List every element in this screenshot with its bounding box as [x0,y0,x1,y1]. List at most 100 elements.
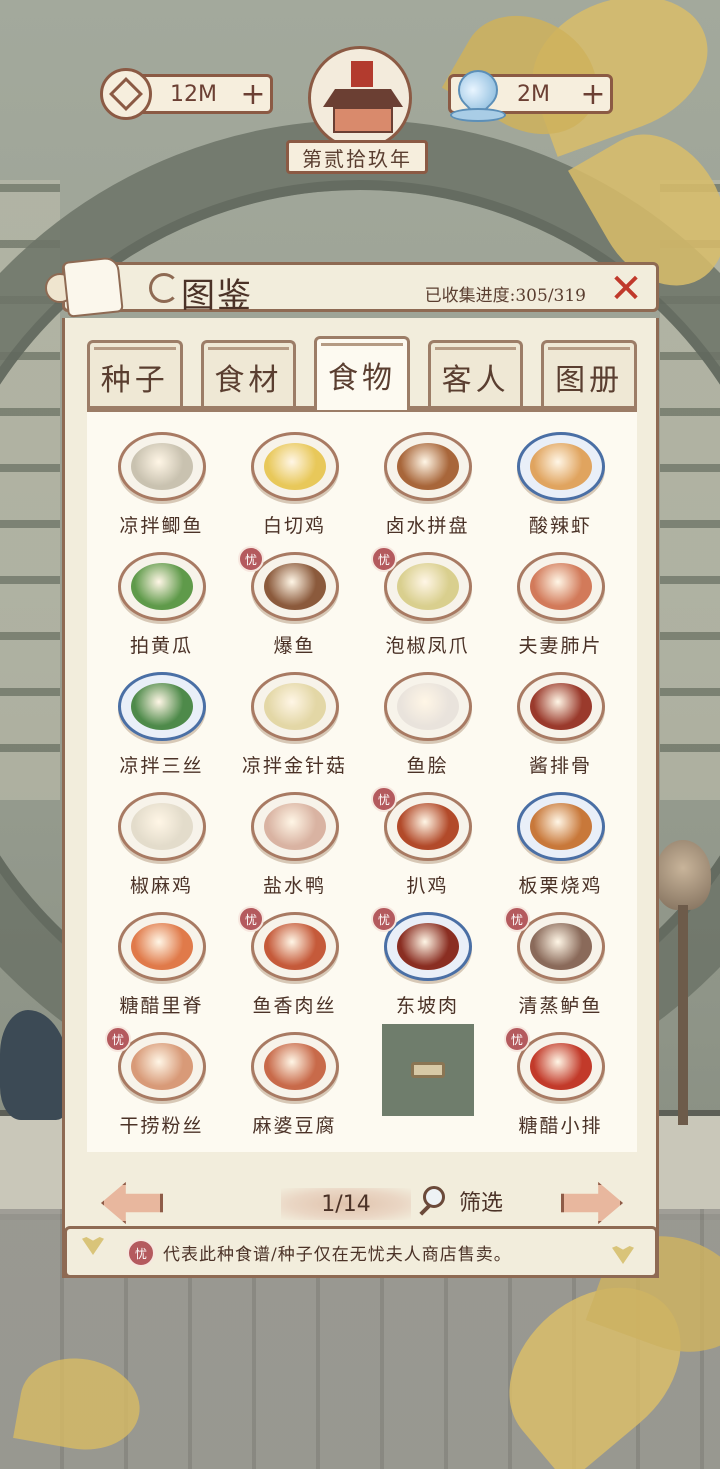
arrow-right-icon [561,1182,623,1224]
dish-card[interactable]: 夫妻肺片 [494,552,627,658]
legend-text: 代表此种食谱/种子仅在无忧夫人商店售卖。 [163,1244,512,1265]
dish-plate-icon [250,792,339,861]
dish-bowl-icon [117,672,206,741]
dish-card[interactable]: 忧干捞粉丝 [95,1026,228,1138]
dish-plate-icon [250,552,339,621]
tab-seeds[interactable]: 种子 [87,340,183,410]
dish-card[interactable]: 糖醋里脊 [95,912,228,1018]
dish-bowl-icon [383,912,472,981]
dish-plate-icon [516,552,605,621]
tab-guests[interactable]: 客人 [427,340,524,410]
filter-label: 筛选 [459,1191,504,1216]
dish-card[interactable]: 拍黄瓜 [95,552,228,658]
dish-card[interactable]: 酸辣虾 [494,432,627,538]
dish-name: 夫妻肺片 [518,635,603,657]
year-emblem[interactable] [300,46,420,150]
tab-ingredients[interactable]: 食材 [200,340,297,410]
shop-only-badge-icon: 忧 [238,546,264,572]
previous-page-button[interactable] [101,1182,163,1224]
dish-plate-icon [250,672,339,741]
dish-card[interactable]: 凉拌三丝 [95,672,228,778]
dish-card[interactable]: 白切鸡 [228,432,361,538]
shop-only-badge-icon: 忧 [371,546,397,572]
dish-card[interactable]: 忧泡椒凤爪 [361,546,494,658]
shop-only-badge-icon: 忧 [504,906,530,932]
dish-card[interactable]: 盐水鸭 [228,792,361,898]
dish-card[interactable]: 忧鱼香肉丝 [228,906,361,1018]
dish-name: 凉拌三丝 [119,755,204,777]
dish-plate-icon [516,1032,605,1101]
scroll-icon [45,256,125,319]
filter-button[interactable]: 筛选 [419,1184,503,1218]
dish-card[interactable]: 忧爆鱼 [228,546,361,658]
dish-name: 盐水鸭 [262,875,326,897]
dish-name: 糖醋小排 [518,1115,603,1137]
add-gems-button[interactable]: + [576,77,610,112]
tab-food[interactable]: 食物 [314,336,410,410]
dish-name: 凉拌金针菇 [241,755,347,777]
panel-title: 图鉴 [181,276,253,316]
dish-name: 东坡肉 [395,995,459,1017]
dish-plate-icon [383,432,472,501]
dish-card[interactable]: 麻婆豆腐 [228,1032,361,1138]
arrow-left-icon [101,1182,163,1224]
shop-only-badge-icon: 忧 [371,906,397,932]
dish-name: 干捞粉丝 [119,1115,204,1137]
dish-bowl-icon [516,432,605,501]
dish-card[interactable]: 板栗烧鸡 [494,792,627,898]
dish-card[interactable]: 椒麻鸡 [95,792,228,898]
panel-body: 种子 食材 食物 客人 图册 凉拌鲫鱼 白切鸡 卤水拼盘 酸辣虾 拍黄瓜忧爆鱼忧泡椒凤爪… [62,318,659,1278]
dish-plate-icon [250,1032,339,1101]
add-coins-button[interactable]: + [236,77,270,112]
panel-header: 图鉴 已收集进度:305/319 ✕ [45,256,659,318]
dish-card[interactable]: 凉拌金针菇 [228,672,361,778]
dish-card[interactable]: 忧东坡肉 [361,906,494,1018]
dish-name: 卤水拼盘 [385,515,470,537]
dish-card[interactable]: 忧糖醋小排 [494,1026,627,1138]
shop-legend-note: 忧 代表此种食谱/种子仅在无忧夫人商店售卖。 [64,1226,658,1278]
coin-icon [100,68,152,120]
shop-only-badge-icon: 忧 [371,786,397,812]
dish-name: 扒鸡 [406,875,449,897]
dish-name: 糖醋里脊 [119,995,204,1017]
dish-plate-icon [117,1032,206,1101]
dish-name: 板栗烧鸡 [518,875,603,897]
dish-name: 酸辣虾 [528,515,592,537]
shop-only-badge-icon: 忧 [105,1026,131,1052]
tab-album[interactable]: 图册 [541,340,637,410]
dish-plate-icon [383,552,472,621]
water-drop-icon [449,60,507,126]
dish-plate-icon [117,912,206,981]
dish-plate-icon [117,552,206,621]
dish-name: 鱼脍 [406,755,449,777]
shop-badge-icon: 忧 [127,1239,155,1267]
dish-card[interactable]: 忧扒鸡 [361,786,494,898]
dish-card[interactable]: 凉拌鲫鱼 [95,432,228,538]
dish-name: 清蒸鲈鱼 [518,995,603,1017]
dish-card[interactable]: 鱼脍 [361,672,494,778]
dish-card[interactable]: 卤水拼盘 [361,432,494,538]
close-button[interactable]: ✕ [606,269,646,309]
shop-only-badge-icon: 忧 [238,906,264,932]
dish-plate-icon [516,912,605,981]
category-tabs: 种子 食材 食物 客人 图册 [87,336,637,410]
dish-plate-icon [250,432,339,501]
dish-plate-icon [117,792,206,861]
swirl-icon [149,273,179,303]
dish-plate-icon [383,672,472,741]
dish-name: 泡椒凤爪 [385,635,470,657]
year-label: 第贰拾玖年 [286,140,428,174]
dish-plate-icon [117,432,206,501]
dish-card[interactable]: 酱排骨 [494,672,627,778]
dish-card[interactable]: 忧清蒸鲈鱼 [494,906,627,1018]
page-indicator: 1/14 [281,1188,411,1220]
dish-name: 麻婆豆腐 [252,1115,337,1137]
magnifier-icon [419,1184,453,1218]
dish-name: 拍黄瓜 [129,635,193,657]
next-page-button[interactable] [561,1182,623,1224]
coin-amount: 12M [170,81,217,107]
pavilion-icon [308,46,412,150]
lotus-lamp [655,840,711,910]
dish-grid-area: 凉拌鲫鱼 白切鸡 卤水拼盘 酸辣虾 拍黄瓜忧爆鱼忧泡椒凤爪 夫妻肺片 凉拌三丝 凉拌金针菇 鱼脍… [87,412,637,1152]
dish-card[interactable] [361,1024,494,1138]
